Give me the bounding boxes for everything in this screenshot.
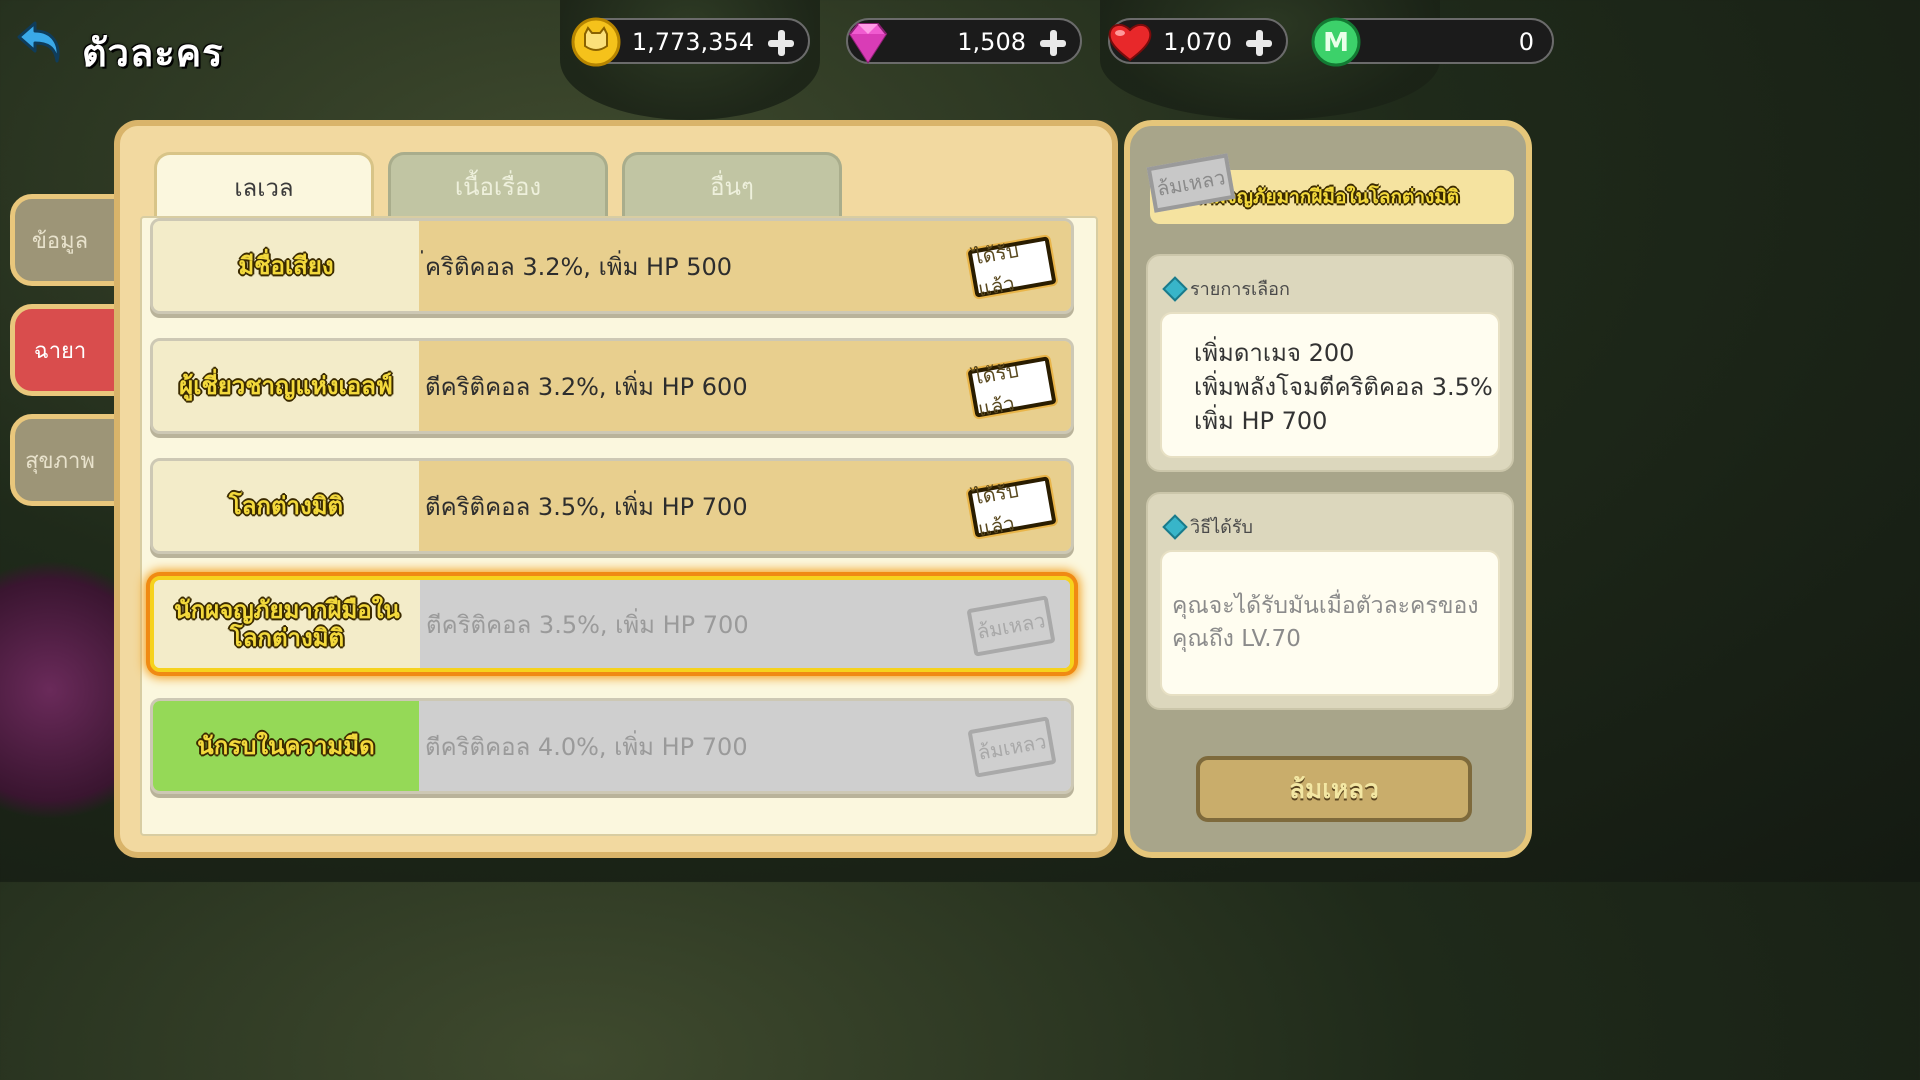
cat-coin-icon (571, 17, 621, 67)
tab-label: เลเวล (234, 174, 294, 202)
how-content: คุณจะได้รับมันเมื่อตัวละครของคุณถึง LV.7… (1160, 550, 1500, 696)
how-to-get-box: วิธีได้รับ คุณจะได้รับมันเมื่อตัวละครของ… (1146, 492, 1514, 710)
m-coin-count: 0 (1518, 28, 1534, 56)
option-line: เพิ่มพลังโจมตีคริติคอล 3.5% (1194, 373, 1493, 401)
heart-icon (1108, 24, 1152, 62)
page-title: ตัวละคร (82, 31, 224, 75)
side-tab-label: ฉายา (33, 338, 87, 364)
titles-panel: เลเวล เนื้อเรื่อง อื่นๆ มีชื่อเสียง ่คริ… (114, 120, 1118, 858)
how-text: คุณจะได้รับมันเมื่อตัวละครของคุณถึง LV.7… (1172, 593, 1479, 652)
received-stamp: ได้รับแล้ว (967, 476, 1057, 541)
tab-story[interactable]: เนื้อเรื่อง (388, 152, 608, 218)
title-row[interactable]: นักรบในความมืด ตีคริติคอล 4.0%, เพิ่ม HP… (150, 698, 1074, 794)
title-name: นักผจญภัยมากฝีมือในโลกต่างมิติ (154, 580, 420, 668)
failed-button[interactable]: ล้มเหลว (1196, 756, 1472, 822)
failed-button-label: ล้มเหลว (1289, 774, 1379, 805)
received-stamp: ได้รับแล้ว (967, 356, 1057, 421)
tab-other[interactable]: อื่นๆ (622, 152, 842, 218)
title-name: มีชื่อเสียง (153, 221, 419, 311)
title-row[interactable]: โลกต่างมิติ ตีคริติคอล 3.5%, เพิ่ม HP 70… (150, 458, 1074, 554)
side-tab-label: ข้อมูล (31, 228, 89, 254)
diamond-icon (1162, 513, 1188, 540)
svg-text:M: M (1323, 28, 1349, 58)
title-name: นักรบในความมืด (153, 701, 419, 791)
option-line: เพิ่มดาเมจ 200 (1194, 339, 1355, 367)
heart-count: 1,070 (1163, 28, 1232, 56)
back-arrow-icon (17, 21, 60, 63)
gem-count: 1,508 (957, 28, 1026, 56)
currency-gems[interactable]: 1,508 (846, 18, 1082, 64)
received-stamp: ได้รับแล้ว (967, 236, 1057, 301)
options-box: รายการเลือก เพิ่มดาเมจ 200 เพิ่มพลังโจมต… (1146, 254, 1514, 472)
options-heading-label: รายการเลือก (1190, 279, 1290, 300)
tab-level[interactable]: เลเวล (154, 152, 374, 220)
title-name: ผู้เชี่ยวชาญแห่งเอลฟ์ (153, 341, 419, 431)
tab-label: อื่นๆ (710, 173, 754, 201)
option-line: เพิ่ม HP 700 (1194, 407, 1328, 435)
side-tab-info[interactable]: ข้อมูล (10, 194, 120, 286)
add-gems-button[interactable] (1036, 26, 1070, 60)
side-tab-titles[interactable]: ฉายา (10, 304, 120, 396)
title-row-selected[interactable]: นักผจญภัยมากฝีมือในโลกต่างมิติ ตีคริติคอ… (150, 576, 1074, 672)
options-heading: รายการเลือก (1162, 274, 1290, 303)
options-content: เพิ่มดาเมจ 200 เพิ่มพลังโจมตีคริติคอล 3.… (1160, 312, 1500, 458)
back-button[interactable] (12, 14, 70, 72)
side-tab-label: สุขภาพ (25, 448, 95, 474)
how-heading: วิธีได้รับ (1162, 512, 1253, 541)
gem-icon (848, 23, 888, 64)
currency-coins[interactable]: 1,773,354 (571, 17, 810, 67)
add-hearts-button[interactable] (1242, 26, 1276, 60)
add-coins-button[interactable] (764, 26, 798, 60)
coin-count: 1,773,354 (631, 28, 754, 56)
currency-hearts[interactable]: 1,070 (1108, 18, 1288, 64)
how-heading-label: วิธีได้รับ (1190, 517, 1253, 538)
title-detail-panel: นักผจญภัยมากฝีมือในโลกต่างมิติ ล้มเหลว ร… (1124, 120, 1532, 858)
title-name: โลกต่างมิติ (153, 461, 419, 551)
m-coin-icon: M (1311, 17, 1361, 67)
tab-label: เนื้อเรื่อง (454, 173, 542, 201)
title-row[interactable]: ผู้เชี่ยวชาญแห่งเอลฟ์ ตีคริติคอล 3.2%, เ… (150, 338, 1074, 434)
diamond-icon (1162, 275, 1188, 302)
title-row[interactable]: มีชื่อเสียง ่คริติคอล 3.2%, เพิ่ม HP 500… (150, 218, 1074, 314)
currency-m-coins[interactable]: M 0 (1311, 17, 1554, 67)
side-tab-health[interactable]: สุขภาพ (10, 414, 120, 506)
